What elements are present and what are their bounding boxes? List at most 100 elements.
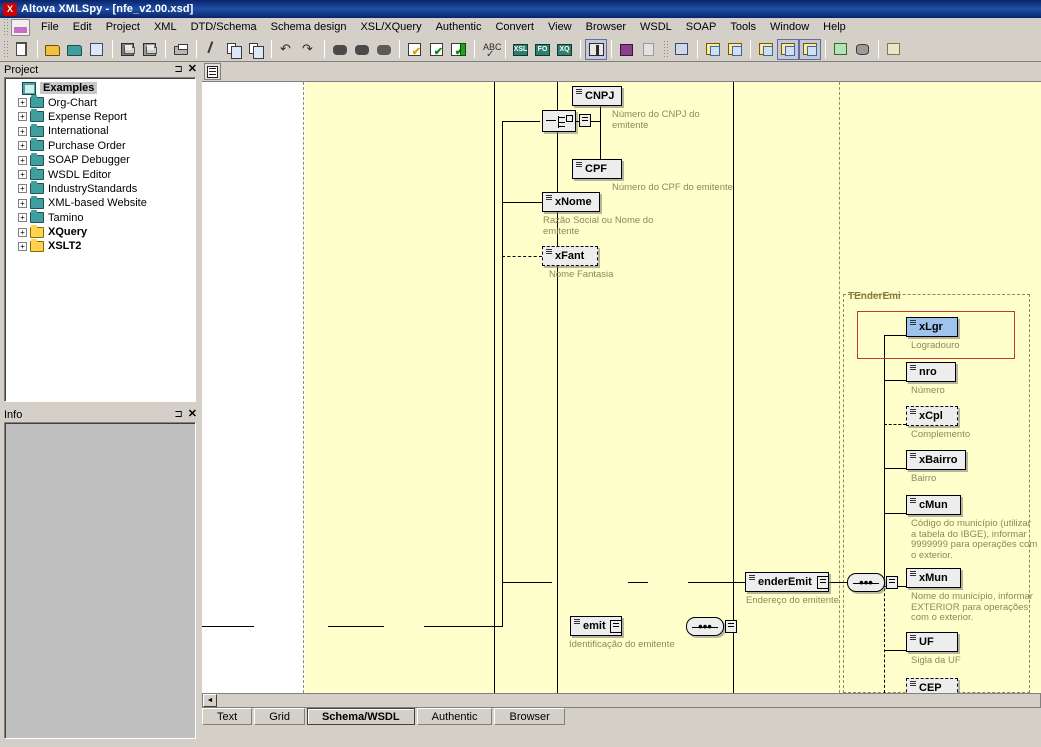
menu-item-convert[interactable]: Convert xyxy=(488,19,541,35)
xq-transform-icon[interactable]: XQ xyxy=(554,39,576,60)
project-item-soap-debugger[interactable]: +SOAP Debugger xyxy=(9,153,195,167)
validate-icon[interactable] xyxy=(426,39,448,60)
menu-item-project[interactable]: Project xyxy=(99,19,147,35)
save-icon[interactable] xyxy=(117,39,139,60)
menu-item-help[interactable]: Help xyxy=(816,19,853,35)
project-item-xquery[interactable]: +XQuery xyxy=(9,225,195,239)
paste-icon[interactable] xyxy=(245,39,267,60)
schema-node-UF[interactable]: UF xyxy=(906,632,958,652)
view-tab-text[interactable]: Text xyxy=(202,708,252,725)
menu-item-soap[interactable]: SOAP xyxy=(679,19,724,35)
reload-icon[interactable] xyxy=(86,39,108,60)
expand-toggle-icon[interactable]: + xyxy=(18,98,27,107)
expand-toggle-icon[interactable]: + xyxy=(18,242,27,251)
project-item-expense-report[interactable]: +Expense Report xyxy=(9,110,195,124)
redo-icon[interactable]: ↷ xyxy=(298,39,320,60)
project-item-wsdl-editor[interactable]: +WSDL Editor xyxy=(9,167,195,181)
menu-item-schema-design[interactable]: Schema design xyxy=(264,19,354,35)
schema-node-nro[interactable]: nro xyxy=(906,362,956,382)
view-tab-browser[interactable]: Browser xyxy=(494,708,564,725)
expand-toggle-icon[interactable]: + xyxy=(18,184,27,193)
project-item-xml-based-website[interactable]: +XML-based Website xyxy=(9,196,195,210)
connect-icon[interactable] xyxy=(830,39,852,60)
view-tab-schema-wsdl[interactable]: Schema/WSDL xyxy=(307,708,415,725)
model-down-icon[interactable] xyxy=(799,39,821,60)
wsdl-doc-icon[interactable] xyxy=(702,39,724,60)
schema-node-emit[interactable]: emit xyxy=(570,616,622,636)
schema-view-icon[interactable] xyxy=(755,39,777,60)
expand-toggle-icon[interactable]: + xyxy=(18,213,27,222)
misc-icon[interactable] xyxy=(883,39,905,60)
enderemit-sequence-icon[interactable]: ••• xyxy=(847,573,885,592)
model-up-icon[interactable] xyxy=(777,39,799,60)
menu-item-window[interactable]: Window xyxy=(763,19,816,35)
open-url-icon[interactable] xyxy=(64,39,86,60)
expand-toggle-icon[interactable]: + xyxy=(18,228,27,237)
soap-icon[interactable] xyxy=(671,39,693,60)
expand-toggle-icon[interactable]: + xyxy=(18,141,27,150)
menu-gripper[interactable] xyxy=(2,19,9,35)
menu-item-authentic[interactable]: Authentic xyxy=(429,19,489,35)
pdf-icon[interactable] xyxy=(616,39,638,60)
replace-icon[interactable] xyxy=(373,39,395,60)
emit-expand-button[interactable] xyxy=(610,620,622,633)
pin-icon[interactable]: ⊐ xyxy=(174,410,182,420)
choice-expand-button[interactable] xyxy=(579,114,591,127)
schema-node-xNome[interactable]: xNome xyxy=(542,192,600,212)
expand-toggle-icon[interactable]: + xyxy=(18,127,27,136)
expand-toggle-icon[interactable]: + xyxy=(18,156,27,165)
expand-toggle-icon[interactable]: + xyxy=(18,199,27,208)
new-file-icon[interactable] xyxy=(11,39,33,60)
save-all-icon[interactable] xyxy=(139,39,161,60)
schema-display-icon[interactable] xyxy=(204,63,221,80)
schema-node-xFant[interactable]: xFant xyxy=(542,246,598,266)
toolbar-gripper-1[interactable] xyxy=(2,41,9,57)
spellcheck-icon[interactable]: ABC✓ xyxy=(479,39,501,60)
expand-toggle-icon[interactable]: + xyxy=(18,112,27,121)
open-file-icon[interactable] xyxy=(42,39,64,60)
schema-node-CNPJ[interactable]: CNPJ xyxy=(572,86,622,106)
split-view-icon[interactable] xyxy=(585,39,607,60)
project-item-industrystandards[interactable]: +IndustryStandards xyxy=(9,182,195,196)
project-item-international[interactable]: +International xyxy=(9,124,195,138)
find-icon[interactable] xyxy=(329,39,351,60)
menu-item-xml[interactable]: XML xyxy=(147,19,184,35)
schema-node-CEP[interactable]: CEP xyxy=(906,678,958,693)
menu-item-file[interactable]: File xyxy=(34,19,66,35)
expand-toggle-icon[interactable]: + xyxy=(18,170,27,179)
menu-item-wsdl[interactable]: WSDL xyxy=(633,19,679,35)
xsl-transform-icon[interactable]: XSL xyxy=(510,39,532,60)
green-bar-icon[interactable] xyxy=(448,39,470,60)
cnpj-cpf-choice-icon[interactable] xyxy=(542,110,576,132)
print-icon[interactable] xyxy=(170,39,192,60)
schema-node-enderEmit[interactable]: enderEmit xyxy=(745,572,829,592)
schema-node-cMun[interactable]: cMun xyxy=(906,495,961,515)
undo-icon[interactable]: ↶ xyxy=(276,39,298,60)
schema-node-xCpl[interactable]: xCpl xyxy=(906,406,958,426)
schema-node-xLgr[interactable]: xLgr xyxy=(906,317,958,337)
file-icon[interactable] xyxy=(638,39,660,60)
project-item-tamino[interactable]: +Tamino xyxy=(9,211,195,225)
schema-node-xBairro[interactable]: xBairro xyxy=(906,450,966,470)
enderEmit-expand-button[interactable] xyxy=(817,576,829,589)
find-next-icon[interactable] xyxy=(351,39,373,60)
view-tab-grid[interactable]: Grid xyxy=(254,708,305,725)
menu-item-view[interactable]: View xyxy=(541,19,579,35)
copy-icon[interactable] xyxy=(223,39,245,60)
schema-node-xMun[interactable]: xMun xyxy=(906,568,961,588)
horizontal-scrollbar[interactable]: ◄ xyxy=(202,693,1041,708)
menu-item-dtd-schema[interactable]: DTD/Schema xyxy=(184,19,264,35)
menu-item-browser[interactable]: Browser xyxy=(579,19,633,35)
wsdl-copy-icon[interactable] xyxy=(724,39,746,60)
db-icon[interactable] xyxy=(852,39,874,60)
project-item-org-chart[interactable]: +Org-Chart xyxy=(9,95,195,109)
cut-icon[interactable] xyxy=(201,39,223,60)
emit-sequence-expand[interactable] xyxy=(725,620,737,633)
fo-transform-icon[interactable]: FO xyxy=(532,39,554,60)
toolbar-gripper-2[interactable] xyxy=(662,41,669,57)
menu-item-edit[interactable]: Edit xyxy=(66,19,99,35)
pin-icon[interactable]: ⊐ xyxy=(174,65,182,75)
check-wellformed-icon[interactable] xyxy=(404,39,426,60)
schema-node-CPF[interactable]: CPF xyxy=(572,159,622,179)
enderemit-sequence-expand[interactable] xyxy=(886,576,898,589)
